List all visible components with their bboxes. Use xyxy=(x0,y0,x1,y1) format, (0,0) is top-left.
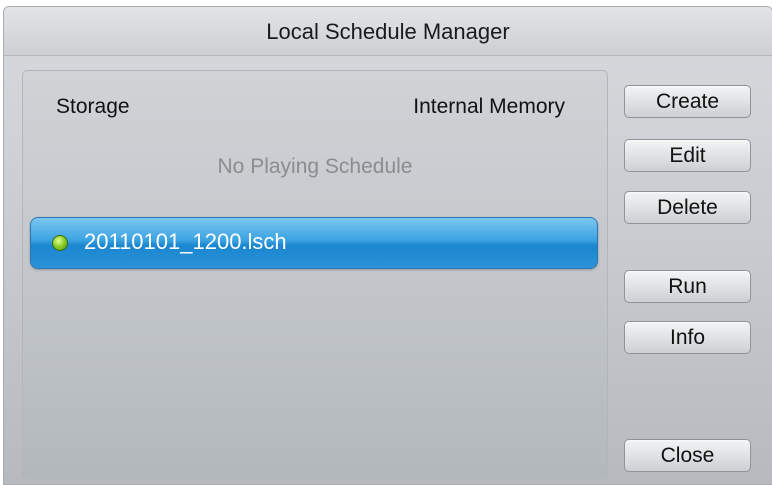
run-button[interactable]: Run xyxy=(624,270,751,303)
edit-button[interactable]: Edit xyxy=(624,139,751,172)
playing-status-text: No Playing Schedule xyxy=(217,155,413,178)
local-schedule-manager-dialog: Local Schedule Manager Storage Internal … xyxy=(3,6,772,485)
schedule-file-name: 20110101_1200.lsch xyxy=(84,229,287,254)
dialog-title: Local Schedule Manager xyxy=(4,7,772,56)
storage-value[interactable]: Internal Memory xyxy=(413,95,565,119)
delete-button[interactable]: Delete xyxy=(624,191,751,224)
info-button[interactable]: Info xyxy=(624,321,751,354)
storage-label: Storage xyxy=(56,95,130,118)
status-indicator-icon xyxy=(52,235,68,251)
schedule-list-panel: Storage Internal Memory No Playing Sched… xyxy=(22,70,608,478)
schedule-list-item[interactable]: 20110101_1200.lsch xyxy=(30,217,598,269)
create-button[interactable]: Create xyxy=(624,85,751,118)
close-button[interactable]: Close xyxy=(624,439,751,472)
